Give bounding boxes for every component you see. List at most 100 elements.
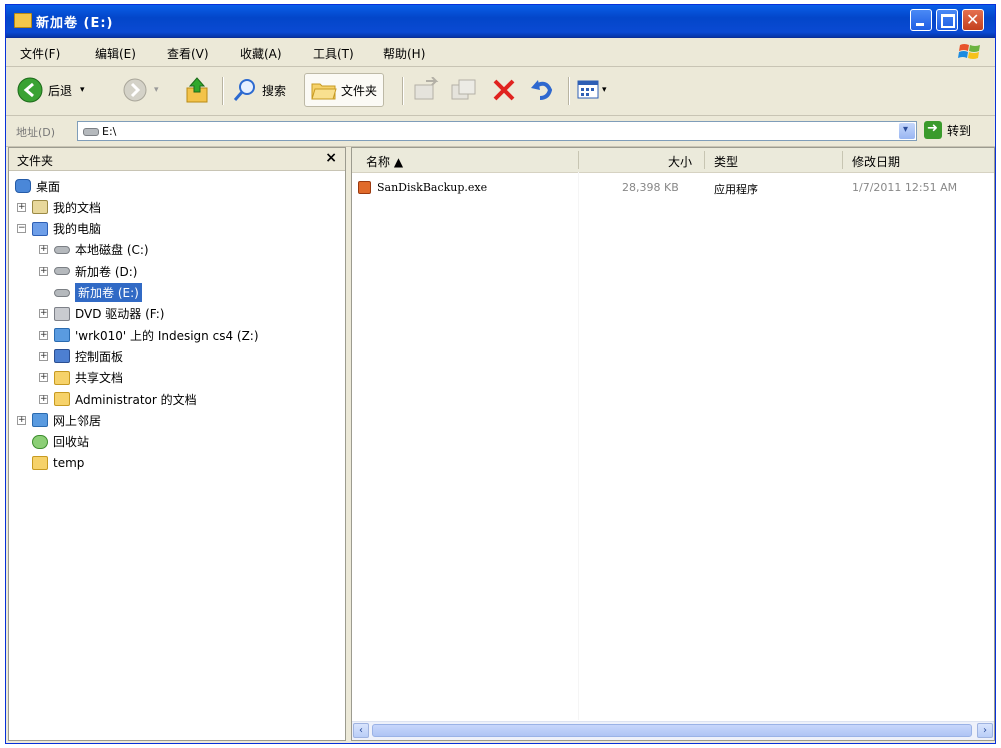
toolbar-separator xyxy=(402,77,404,105)
minimize-button[interactable] xyxy=(910,9,932,31)
scroll-right-button[interactable]: › xyxy=(977,723,993,738)
address-label: 地址(D) xyxy=(16,126,56,139)
tree-item[interactable]: + Administrator 的文档 xyxy=(39,389,197,409)
expand-icon[interactable]: + xyxy=(39,394,48,404)
windows-logo-icon xyxy=(958,44,980,59)
my-documents-icon xyxy=(32,200,48,215)
folder-pane-title: 文件夹 xyxy=(17,154,54,168)
toolbar-separator xyxy=(222,77,224,105)
menu-bar: 文件(F) 编辑(E) 查看(V) 收藏(A) 工具(T) 帮助(H) xyxy=(6,38,995,67)
scroll-thumb[interactable] xyxy=(372,724,972,737)
address-bar: 地址(D) E:\ ▾ ➜ 转到 xyxy=(6,116,995,147)
tree-item[interactable]: 新加卷 (E:) xyxy=(39,283,142,303)
tree-item[interactable]: + 共享文档 xyxy=(39,368,123,388)
menu-favorites[interactable]: 收藏(A) xyxy=(240,45,282,62)
file-list-pane: 名称 ▲ 大小 类型 修改日期 SanDiskBackup.exe 28,398… xyxy=(351,147,995,741)
tree-item-label: 'wrk010' 上的 Indesign cs4 (Z:) xyxy=(75,328,259,343)
tree-item[interactable]: + 'wrk010' 上的 Indesign cs4 (Z:) xyxy=(39,325,259,345)
folder-icon xyxy=(54,370,70,385)
close-button[interactable]: ✕ xyxy=(962,9,984,31)
tree-item[interactable]: + 控制面板 xyxy=(39,346,123,366)
back-button[interactable]: 后退 ▾ xyxy=(16,73,85,107)
tree-item[interactable]: + 新加卷 (D:) xyxy=(39,261,137,281)
column-divider[interactable] xyxy=(842,151,843,169)
back-label: 后退 xyxy=(48,83,73,98)
chevron-down-icon: ▾ xyxy=(80,85,85,95)
copy-to-icon xyxy=(451,79,476,100)
expand-icon[interactable]: + xyxy=(39,245,48,255)
column-modified[interactable]: 修改日期 xyxy=(852,153,900,170)
expand-icon[interactable]: + xyxy=(39,373,48,383)
search-label: 搜索 xyxy=(262,83,287,98)
expand-icon[interactable]: + xyxy=(17,202,26,212)
expand-icon[interactable]: + xyxy=(17,415,26,425)
network-places-icon xyxy=(32,413,48,428)
column-name[interactable]: 名称 ▲ xyxy=(366,153,403,170)
file-modified: 1/7/2011 12:51 AM xyxy=(852,181,958,194)
column-size[interactable]: 大小 xyxy=(668,153,692,170)
explorer-window: 新加卷 (E:) ✕ 文件(F) 编辑(E) 查看(V) 收藏(A) 工具(T)… xyxy=(5,4,996,744)
minimize-icon xyxy=(916,23,924,26)
expand-icon[interactable]: + xyxy=(39,309,48,319)
views-button[interactable]: ▾ xyxy=(576,73,607,107)
tree-item-label: 网上邻居 xyxy=(53,413,102,428)
address-dropdown-button[interactable]: ▾ xyxy=(899,123,915,139)
undo-button[interactable] xyxy=(528,73,556,107)
application-icon xyxy=(358,181,371,194)
file-size: 28,398 KB xyxy=(622,181,679,194)
expand-icon[interactable]: + xyxy=(39,266,48,276)
recycle-bin-icon xyxy=(32,434,48,449)
menu-view[interactable]: 查看(V) xyxy=(167,45,209,62)
column-divider[interactable] xyxy=(704,151,705,169)
chevron-down-icon: ▾ xyxy=(602,85,607,95)
folder-icon xyxy=(54,392,70,406)
move-to-icon xyxy=(414,77,439,100)
sorted-column-shade xyxy=(578,172,579,720)
undo-icon xyxy=(531,80,553,100)
tree-item[interactable]: 回收站 xyxy=(17,432,89,452)
folders-button[interactable]: 文件夹 xyxy=(304,73,385,107)
tree-item[interactable]: − 我的电脑 xyxy=(17,219,101,239)
scroll-left-button[interactable]: ‹ xyxy=(353,723,369,738)
tree-item[interactable]: 桌面 xyxy=(15,176,60,196)
title-bar[interactable]: 新加卷 (E:) ✕ xyxy=(6,5,995,38)
search-button[interactable]: 搜索 xyxy=(232,73,286,107)
move-to-button[interactable] xyxy=(412,73,440,107)
horizontal-scrollbar[interactable]: ‹ › xyxy=(352,721,994,740)
tree-item[interactable]: temp xyxy=(17,453,84,473)
folder-pane-header: 文件夹 × xyxy=(9,148,345,171)
tree-item-label: 新加卷 (D:) xyxy=(75,264,138,279)
maximize-button[interactable] xyxy=(936,9,958,31)
delete-button[interactable] xyxy=(490,73,518,107)
copy-to-button[interactable] xyxy=(450,73,478,107)
menu-file[interactable]: 文件(F) xyxy=(20,45,60,62)
tree-item-label: DVD 驱动器 (F:) xyxy=(75,307,165,322)
tree-item-label: 本地磁盘 (C:) xyxy=(75,243,149,258)
tree-item-label: Administrator 的文档 xyxy=(75,392,197,407)
tree-item[interactable]: + 本地磁盘 (C:) xyxy=(39,240,149,260)
folder-icon xyxy=(32,455,48,470)
menu-tools[interactable]: 工具(T) xyxy=(313,45,354,62)
expand-icon[interactable]: + xyxy=(39,330,48,340)
tree-item[interactable]: + 我的文档 xyxy=(17,197,101,217)
forward-button[interactable]: ▾ xyxy=(122,73,159,107)
network-drive-icon xyxy=(54,328,70,343)
tree-item[interactable]: + 网上邻居 xyxy=(17,410,101,430)
up-folder-icon xyxy=(186,77,208,103)
address-input[interactable]: E:\ ▾ xyxy=(77,121,917,141)
close-icon[interactable]: × xyxy=(325,150,337,166)
menu-edit[interactable]: 编辑(E) xyxy=(95,45,136,62)
menu-help[interactable]: 帮助(H) xyxy=(383,45,425,62)
expand-icon[interactable]: + xyxy=(39,351,48,361)
folders-icon xyxy=(311,83,337,100)
up-folder-button[interactable] xyxy=(184,73,210,107)
collapse-icon[interactable]: − xyxy=(17,224,26,234)
file-row[interactable]: SanDiskBackup.exe 28,398 KB 应用程序 1/7/201… xyxy=(358,179,988,197)
close-icon: ✕ xyxy=(966,10,980,29)
go-button[interactable]: ➜ 转到 xyxy=(924,121,971,139)
tree-item[interactable]: + DVD 驱动器 (F:) xyxy=(39,304,165,324)
drive-icon xyxy=(54,288,70,297)
folder-icon xyxy=(14,13,32,28)
column-divider[interactable] xyxy=(578,151,579,169)
column-type[interactable]: 类型 xyxy=(714,153,738,170)
